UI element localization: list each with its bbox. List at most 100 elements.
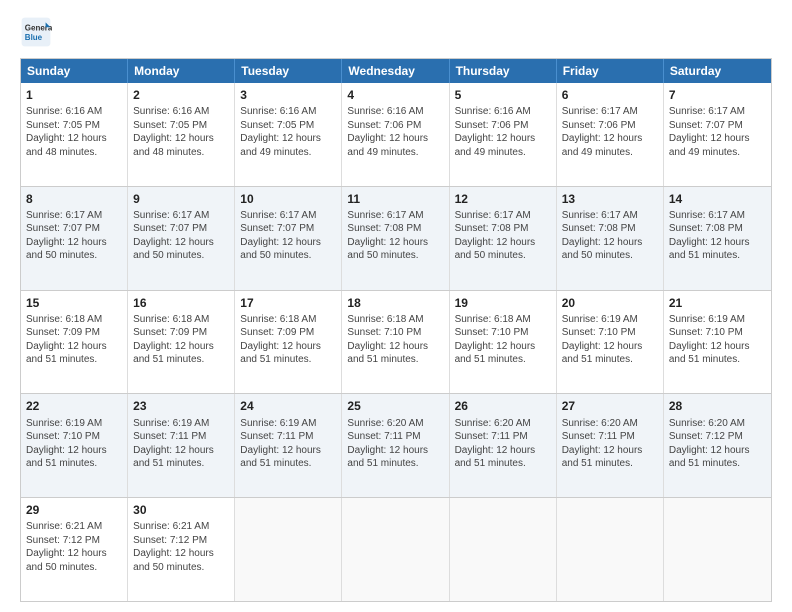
day-cell-7: 7 Sunrise: 6:17 AM Sunset: 7:07 PM Daylig… xyxy=(664,83,771,186)
day-cell-29: 29 Sunrise: 6:21 AM Sunset: 7:12 PM Dayli… xyxy=(21,498,128,601)
svg-text:Blue: Blue xyxy=(25,33,43,42)
day-cell-27: 27 Sunrise: 6:20 AM Sunset: 7:11 PM Dayli… xyxy=(557,394,664,497)
weekday-header-friday: Friday xyxy=(557,59,664,83)
day-number: 23 xyxy=(133,398,229,414)
day-cell-11: 11 Sunrise: 6:17 AM Sunset: 7:08 PM Dayli… xyxy=(342,187,449,290)
day-number: 14 xyxy=(669,191,766,207)
cell-info: Sunrise: 6:17 AM Sunset: 7:07 PM Dayligh… xyxy=(669,105,766,159)
day-cell-1: 1 Sunrise: 6:16 AM Sunset: 7:05 PM Daylig… xyxy=(21,83,128,186)
day-number: 11 xyxy=(347,191,443,207)
cell-info: Sunrise: 6:16 AM Sunset: 7:06 PM Dayligh… xyxy=(347,105,443,159)
day-number: 10 xyxy=(240,191,336,207)
cell-info: Sunrise: 6:17 AM Sunset: 7:07 PM Dayligh… xyxy=(133,209,229,263)
day-cell-14: 14Sunrise: 6:17 AM Sunset: 7:08 PM Dayli… xyxy=(664,187,771,290)
day-number: 13 xyxy=(562,191,658,207)
day-cell-22: 22 Sunrise: 6:19 AM Sunset: 7:10 PM Dayli… xyxy=(21,394,128,497)
day-number: 25 xyxy=(347,398,443,414)
cell-info: Sunrise: 6:21 AM Sunset: 7:12 PM Dayligh… xyxy=(26,520,122,574)
cell-info: Sunrise: 6:17 AM Sunset: 7:08 PM Dayligh… xyxy=(562,209,658,263)
cell-info: Sunrise: 6:21 AM Sunset: 7:12 PM Dayligh… xyxy=(133,520,229,574)
cell-info: Sunrise: 6:17 AM Sunset: 7:07 PM Dayligh… xyxy=(26,209,122,263)
day-cell-2: 2Sunrise: 6:16 AM Sunset: 7:05 PM Daylig… xyxy=(128,83,235,186)
day-number: 5 xyxy=(455,87,551,103)
day-cell-21: 21Sunrise: 6:19 AM Sunset: 7:10 PM Dayli… xyxy=(664,291,771,394)
day-number: 17 xyxy=(240,295,336,311)
calendar-row-5: 29 Sunrise: 6:21 AM Sunset: 7:12 PM Dayli… xyxy=(21,497,771,601)
day-number: 4 xyxy=(347,87,443,103)
cell-info: Sunrise: 6:19 AM Sunset: 7:10 PM Dayligh… xyxy=(26,417,122,471)
logo-icon: General Blue xyxy=(20,16,52,48)
day-number: 15 xyxy=(26,295,122,311)
calendar-row-4: 22 Sunrise: 6:19 AM Sunset: 7:10 PM Dayli… xyxy=(21,393,771,497)
weekday-header-wednesday: Wednesday xyxy=(342,59,449,83)
cell-info: Sunrise: 6:18 AM Sunset: 7:10 PM Dayligh… xyxy=(347,313,443,367)
day-number: 18 xyxy=(347,295,443,311)
day-cell-13: 13 Sunrise: 6:17 AM Sunset: 7:08 PM Dayli… xyxy=(557,187,664,290)
cell-info: Sunrise: 6:18 AM Sunset: 7:09 PM Dayligh… xyxy=(133,313,229,367)
empty-cell xyxy=(342,498,449,601)
empty-cell xyxy=(557,498,664,601)
day-cell-4: 4 Sunrise: 6:16 AM Sunset: 7:06 PM Daylig… xyxy=(342,83,449,186)
cell-info: Sunrise: 6:20 AM Sunset: 7:12 PM Dayligh… xyxy=(669,417,766,471)
day-number: 22 xyxy=(26,398,122,414)
header: General Blue xyxy=(20,16,772,48)
day-cell-16: 16 Sunrise: 6:18 AM Sunset: 7:09 PM Dayli… xyxy=(128,291,235,394)
day-cell-17: 17 Sunrise: 6:18 AM Sunset: 7:09 PM Dayli… xyxy=(235,291,342,394)
empty-cell xyxy=(664,498,771,601)
cell-info: Sunrise: 6:19 AM Sunset: 7:11 PM Dayligh… xyxy=(240,417,336,471)
logo: General Blue xyxy=(20,16,56,48)
empty-cell xyxy=(450,498,557,601)
day-number: 1 xyxy=(26,87,122,103)
day-number: 3 xyxy=(240,87,336,103)
calendar: SundayMondayTuesdayWednesdayThursdayFrid… xyxy=(20,58,772,602)
cell-info: Sunrise: 6:18 AM Sunset: 7:09 PM Dayligh… xyxy=(240,313,336,367)
day-cell-24: 24Sunrise: 6:19 AM Sunset: 7:11 PM Dayli… xyxy=(235,394,342,497)
day-number: 19 xyxy=(455,295,551,311)
day-number: 7 xyxy=(669,87,766,103)
day-number: 2 xyxy=(133,87,229,103)
weekday-header-monday: Monday xyxy=(128,59,235,83)
day-cell-19: 19Sunrise: 6:18 AM Sunset: 7:10 PM Dayli… xyxy=(450,291,557,394)
calendar-header: SundayMondayTuesdayWednesdayThursdayFrid… xyxy=(21,59,771,83)
cell-info: Sunrise: 6:20 AM Sunset: 7:11 PM Dayligh… xyxy=(455,417,551,471)
empty-cell xyxy=(235,498,342,601)
day-cell-18: 18 Sunrise: 6:18 AM Sunset: 7:10 PM Dayli… xyxy=(342,291,449,394)
cell-info: Sunrise: 6:17 AM Sunset: 7:08 PM Dayligh… xyxy=(347,209,443,263)
day-number: 29 xyxy=(26,502,122,518)
cell-info: Sunrise: 6:16 AM Sunset: 7:05 PM Dayligh… xyxy=(26,105,122,159)
cell-info: Sunrise: 6:20 AM Sunset: 7:11 PM Dayligh… xyxy=(562,417,658,471)
day-number: 9 xyxy=(133,191,229,207)
cell-info: Sunrise: 6:19 AM Sunset: 7:10 PM Dayligh… xyxy=(669,313,766,367)
day-number: 6 xyxy=(562,87,658,103)
cell-info: Sunrise: 6:16 AM Sunset: 7:05 PM Dayligh… xyxy=(240,105,336,159)
day-cell-23: 23 Sunrise: 6:19 AM Sunset: 7:11 PM Dayli… xyxy=(128,394,235,497)
weekday-header-saturday: Saturday xyxy=(664,59,771,83)
day-cell-6: 6 Sunrise: 6:17 AM Sunset: 7:06 PM Daylig… xyxy=(557,83,664,186)
calendar-row-3: 15 Sunrise: 6:18 AM Sunset: 7:09 PM Dayli… xyxy=(21,290,771,394)
day-number: 26 xyxy=(455,398,551,414)
weekday-header-sunday: Sunday xyxy=(21,59,128,83)
weekday-header-thursday: Thursday xyxy=(450,59,557,83)
weekday-header-tuesday: Tuesday xyxy=(235,59,342,83)
day-cell-15: 15 Sunrise: 6:18 AM Sunset: 7:09 PM Dayli… xyxy=(21,291,128,394)
day-number: 30 xyxy=(133,502,229,518)
cell-info: Sunrise: 6:19 AM Sunset: 7:10 PM Dayligh… xyxy=(562,313,658,367)
day-number: 27 xyxy=(562,398,658,414)
cell-info: Sunrise: 6:17 AM Sunset: 7:08 PM Dayligh… xyxy=(455,209,551,263)
day-cell-5: 5 Sunrise: 6:16 AM Sunset: 7:06 PM Daylig… xyxy=(450,83,557,186)
day-number: 28 xyxy=(669,398,766,414)
day-cell-3: 3 Sunrise: 6:16 AM Sunset: 7:05 PM Daylig… xyxy=(235,83,342,186)
page: General Blue SundayMondayTuesdayWednesda… xyxy=(0,0,792,612)
day-number: 12 xyxy=(455,191,551,207)
day-cell-28: 28 Sunrise: 6:20 AM Sunset: 7:12 PM Dayli… xyxy=(664,394,771,497)
cell-info: Sunrise: 6:17 AM Sunset: 7:06 PM Dayligh… xyxy=(562,105,658,159)
cell-info: Sunrise: 6:17 AM Sunset: 7:07 PM Dayligh… xyxy=(240,209,336,263)
calendar-body: 1 Sunrise: 6:16 AM Sunset: 7:05 PM Daylig… xyxy=(21,83,771,601)
cell-info: Sunrise: 6:16 AM Sunset: 7:06 PM Dayligh… xyxy=(455,105,551,159)
day-number: 16 xyxy=(133,295,229,311)
day-cell-9: 9 Sunrise: 6:17 AM Sunset: 7:07 PM Daylig… xyxy=(128,187,235,290)
calendar-row-1: 1 Sunrise: 6:16 AM Sunset: 7:05 PM Daylig… xyxy=(21,83,771,186)
cell-info: Sunrise: 6:18 AM Sunset: 7:09 PM Dayligh… xyxy=(26,313,122,367)
day-number: 8 xyxy=(26,191,122,207)
cell-info: Sunrise: 6:19 AM Sunset: 7:11 PM Dayligh… xyxy=(133,417,229,471)
